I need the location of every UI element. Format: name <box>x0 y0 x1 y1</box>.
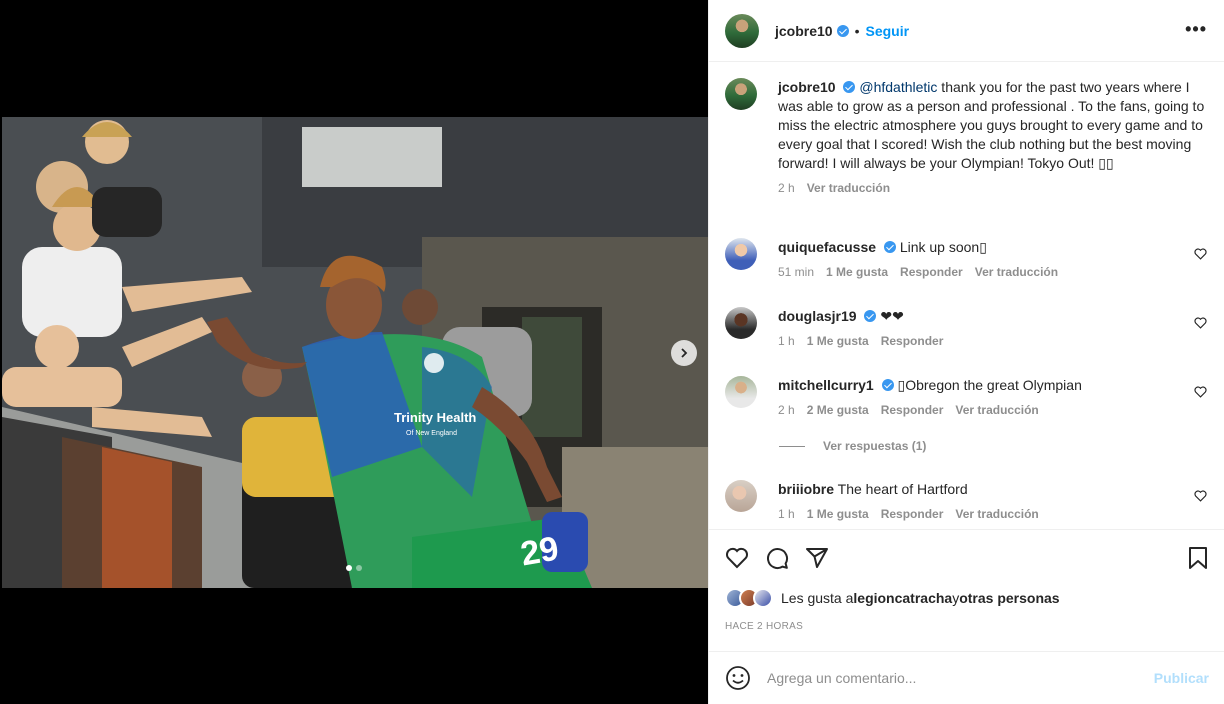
comment-username[interactable]: douglasjr19 <box>778 308 857 324</box>
post-photo[interactable]: Trinity Health Of New England 29 <box>2 117 708 588</box>
reply-button[interactable]: Responder <box>881 403 944 417</box>
bookmark-icon <box>1189 547 1207 569</box>
next-photo-button[interactable] <box>671 340 697 366</box>
caption-time[interactable]: 2 h <box>778 181 795 195</box>
save-button[interactable] <box>1187 546 1209 570</box>
heart-icon[interactable] <box>1194 490 1207 502</box>
likes-summary: Les gusta a legioncatracha y otras perso… <box>725 588 1060 608</box>
comment-body: Link up soon▯ <box>899 239 987 255</box>
author-avatar[interactable] <box>725 13 759 48</box>
chevron-right-icon <box>681 348 688 358</box>
likes-prefix: Les gusta a <box>781 590 854 606</box>
emoji-icon[interactable] <box>725 665 751 691</box>
comment-avatar[interactable] <box>725 238 757 270</box>
comment-time[interactable]: 1 h <box>778 507 795 521</box>
carousel-dots <box>346 565 362 571</box>
heart-icon[interactable] <box>725 546 749 570</box>
comment-avatar[interactable] <box>725 307 757 339</box>
comment-likes[interactable]: 1 Me gusta <box>826 265 888 279</box>
translate-button[interactable]: Ver traducción <box>955 507 1038 521</box>
caption-username[interactable]: jcobre10 <box>778 79 836 95</box>
reply-button[interactable]: Responder <box>881 334 944 348</box>
verified-icon <box>864 310 877 322</box>
follow-button[interactable]: Seguir <box>866 23 910 39</box>
post-details-panel: jcobre10 • Seguir ••• jcobre10 @hfdathle… <box>708 0 1224 704</box>
view-replies-button[interactable]: Ver respuestas (1) <box>779 439 926 453</box>
comment-avatar[interactable] <box>725 480 757 512</box>
publish-button[interactable]: Publicar <box>1154 670 1209 686</box>
sponsor-text: Trinity Health <box>394 410 476 425</box>
caption-avatar[interactable] <box>725 78 757 110</box>
translate-button[interactable]: Ver traducción <box>975 265 1058 279</box>
carousel-dot <box>356 565 362 571</box>
comment-text: mitchellcurry1 ▯Obregon the great Olympi… <box>778 376 1209 395</box>
comment-item: douglasjr19 ❤❤ 1 h 1 Me gusta Responder <box>725 307 1209 348</box>
jersey-number: 29 <box>518 529 562 573</box>
header-separator: • <box>854 22 860 39</box>
action-bar <box>725 546 829 570</box>
post-media: Trinity Health Of New England 29 <box>0 0 708 704</box>
carousel-dot-active <box>346 565 352 571</box>
caption-text: jcobre10 @hfdathletic thank you for the … <box>778 78 1209 173</box>
caption: jcobre10 @hfdathletic thank you for the … <box>725 78 1209 195</box>
post-header: jcobre10 • Seguir ••• <box>709 0 1224 62</box>
post-actions: Les gusta a legioncatracha y otras perso… <box>709 529 1224 651</box>
sponsor-subtext: Of New England <box>406 430 457 437</box>
reply-button[interactable]: Responder <box>881 507 944 521</box>
translate-button[interactable]: Ver traducción <box>955 403 1038 417</box>
liker-avatar <box>753 588 773 608</box>
comment-item: briiiobre The heart of Hartford 1 h 1 Me… <box>725 480 1209 521</box>
post-timestamp[interactable]: HACE 2 HORAS <box>725 621 803 632</box>
more-icon[interactable]: ••• <box>1185 20 1207 38</box>
verified-icon <box>883 241 896 253</box>
verified-icon <box>881 379 894 391</box>
comment-time[interactable]: 2 h <box>778 403 795 417</box>
likes-middle: y <box>952 590 960 606</box>
liker-avatars[interactable] <box>725 588 773 608</box>
comment-item: quiquefacusse Link up soon▯ 51 min 1 Me … <box>725 238 1209 279</box>
comment-username[interactable]: briiiobre <box>778 481 834 497</box>
caption-translate[interactable]: Ver traducción <box>807 181 890 195</box>
verified-icon <box>836 24 849 37</box>
comment-icon[interactable] <box>765 546 789 570</box>
share-icon[interactable] <box>805 546 829 570</box>
comment-body: ▯Obregon the great Olympian <box>897 377 1082 393</box>
comment-body: The heart of Hartford <box>837 481 968 497</box>
heart-icon[interactable] <box>1194 317 1207 329</box>
comment-meta: 51 min 1 Me gusta Responder Ver traducci… <box>778 265 1209 279</box>
author-username[interactable]: jcobre10 <box>775 23 833 39</box>
likes-others[interactable]: otras personas <box>959 590 1059 606</box>
comment-meta: 1 h 1 Me gusta Responder <box>778 334 1209 348</box>
comment-text: briiiobre The heart of Hartford <box>778 480 1209 499</box>
comment-body: ❤❤ <box>880 308 904 324</box>
comment-text: douglasjr19 ❤❤ <box>778 307 1209 326</box>
comment-likes[interactable]: 1 Me gusta <box>807 507 869 521</box>
comment-time[interactable]: 1 h <box>778 334 795 348</box>
heart-icon[interactable] <box>1194 386 1207 398</box>
replies-divider <box>779 445 805 447</box>
verified-icon <box>843 81 856 93</box>
caption-mention[interactable]: @hfdathletic <box>859 79 937 95</box>
comment-avatar[interactable] <box>725 376 757 408</box>
comment-input[interactable] <box>767 670 1154 686</box>
comment-username[interactable]: quiquefacusse <box>778 239 876 255</box>
comment-username[interactable]: mitchellcurry1 <box>778 377 874 393</box>
comments-list[interactable]: jcobre10 @hfdathletic thank you for the … <box>709 63 1224 529</box>
likes-user[interactable]: legioncatracha <box>853 590 952 606</box>
comment-likes[interactable]: 2 Me gusta <box>807 403 869 417</box>
comment-meta: 2 h 2 Me gusta Responder Ver traducción <box>778 403 1209 417</box>
caption-body: thank you for the past two years where I… <box>778 79 1205 171</box>
add-comment-bar: Publicar <box>709 651 1224 704</box>
heart-icon[interactable] <box>1194 248 1207 260</box>
comment-item: mitchellcurry1 ▯Obregon the great Olympi… <box>725 376 1209 417</box>
photo-illustration: Trinity Health Of New England 29 <box>2 117 708 588</box>
comment-time[interactable]: 51 min <box>778 265 814 279</box>
comment-meta: 1 h 1 Me gusta Responder Ver traducción <box>778 507 1209 521</box>
comment-likes[interactable]: 1 Me gusta <box>807 334 869 348</box>
comment-text: quiquefacusse Link up soon▯ <box>778 238 1209 257</box>
caption-meta: 2 h Ver traducción <box>778 181 1209 195</box>
reply-button[interactable]: Responder <box>900 265 963 279</box>
view-replies-label: Ver respuestas (1) <box>823 439 927 453</box>
